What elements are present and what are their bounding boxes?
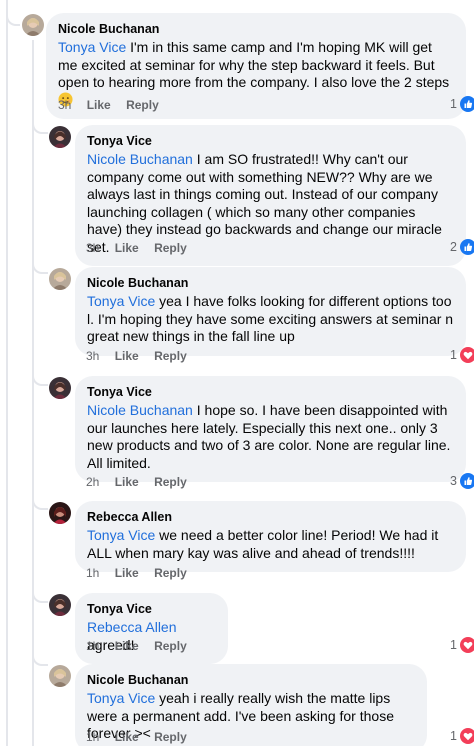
comment-text: Tonya Vice we need a better color line! … [87, 527, 454, 562]
like-reaction-icon [459, 96, 474, 112]
comment-author[interactable]: Rebecca Allen [87, 509, 454, 525]
avatar[interactable] [49, 126, 71, 148]
comment-actions: 1h Like Reply [86, 566, 199, 580]
comment-actions: 2h Like Reply [86, 475, 199, 489]
mention-link[interactable]: Nicole Buchanan [87, 402, 193, 418]
comment-actions: 3h Like Reply [58, 98, 171, 112]
like-button[interactable]: Like [115, 730, 139, 744]
avatar[interactable] [49, 665, 71, 687]
comment-author[interactable]: Tonya Vice [87, 384, 454, 400]
comment-bubble: Tonya Vice Rebecca Allen agreed! [75, 593, 228, 664]
thread-branch [32, 587, 48, 603]
avatar[interactable] [49, 268, 71, 290]
reply-button[interactable]: Reply [154, 730, 187, 744]
thread-branch [32, 118, 48, 134]
thread-branch [6, 12, 20, 26]
thread-branch [32, 650, 48, 666]
comment-timestamp[interactable]: 3h [58, 98, 71, 112]
reaction-count: 1 [450, 97, 457, 111]
comment-author[interactable]: Tonya Vice [87, 601, 216, 617]
comment-bubble: Nicole Buchanan Tonya Vice yea I have fo… [75, 267, 466, 356]
thread-branch [32, 370, 48, 386]
comment-actions: 3h Like Reply [86, 349, 199, 363]
comment-text: Tonya Vice yea I have folks looking for … [87, 293, 454, 346]
reply-button[interactable]: Reply [154, 349, 187, 363]
comment-timestamp[interactable]: 3h [86, 241, 99, 255]
avatar[interactable] [49, 502, 71, 524]
comment-timestamp[interactable]: 3h [86, 349, 99, 363]
comment-timestamp[interactable]: 1h [86, 566, 99, 580]
reaction-summary[interactable]: 2 [450, 239, 474, 255]
reaction-count: 1 [450, 729, 457, 743]
reaction-summary[interactable]: 1 [450, 637, 474, 653]
like-button[interactable]: Like [87, 98, 111, 112]
reaction-count: 2 [450, 240, 457, 254]
mention-link[interactable]: Rebecca Allen [87, 619, 177, 635]
heart-reaction-icon [459, 347, 474, 363]
reaction-count: 3 [450, 474, 457, 488]
mention-link[interactable]: Tonya Vice [58, 39, 126, 55]
comment-actions: 1h Like Reply [86, 639, 199, 653]
avatar[interactable] [49, 377, 71, 399]
comment-timestamp[interactable]: 1h [86, 639, 99, 653]
thread-line-replies [32, 40, 34, 746]
comment-author[interactable]: Nicole Buchanan [87, 275, 454, 291]
comment-actions: 1h Like Reply [86, 730, 199, 744]
like-reaction-icon [459, 473, 474, 489]
reaction-count: 1 [450, 348, 457, 362]
like-reaction-icon [459, 239, 474, 255]
mention-link[interactable]: Tonya Vice [87, 293, 155, 309]
reaction-summary[interactable]: 3 [450, 473, 474, 489]
thread-line-root [6, 0, 8, 746]
reply-button[interactable]: Reply [154, 566, 187, 580]
like-button[interactable]: Like [115, 475, 139, 489]
thread-branch [32, 494, 48, 510]
heart-reaction-icon [459, 637, 474, 653]
comment-bubble: Rebecca Allen Tonya Vice we need a bette… [75, 501, 466, 572]
mention-link[interactable]: Tonya Vice [87, 690, 155, 706]
avatar[interactable] [22, 14, 44, 36]
like-button[interactable]: Like [115, 639, 139, 653]
like-button[interactable]: Like [115, 349, 139, 363]
avatar[interactable] [49, 594, 71, 616]
reply-button[interactable]: Reply [154, 475, 187, 489]
comment-timestamp[interactable]: 2h [86, 475, 99, 489]
reaction-count: 1 [450, 638, 457, 652]
comment-timestamp[interactable]: 1h [86, 730, 99, 744]
reply-button[interactable]: Reply [154, 241, 187, 255]
like-button[interactable]: Like [115, 241, 139, 255]
like-button[interactable]: Like [115, 566, 139, 580]
comment-actions: 3h Like Reply [86, 241, 199, 255]
thread-branch [32, 258, 48, 274]
heart-reaction-icon [459, 728, 474, 744]
comment-text: Nicole Buchanan I hope so. I have been d… [87, 402, 454, 472]
mention-link[interactable]: Nicole Buchanan [87, 151, 193, 167]
reply-button[interactable]: Reply [126, 98, 159, 112]
reaction-summary[interactable]: 1 [450, 347, 474, 363]
comment-author[interactable]: Tonya Vice [87, 133, 454, 149]
reaction-summary[interactable]: 1 [450, 96, 474, 112]
comment-author[interactable]: Nicole Buchanan [87, 672, 415, 688]
mention-link[interactable]: Tonya Vice [87, 527, 155, 543]
reply-button[interactable]: Reply [154, 639, 187, 653]
reaction-summary[interactable]: 1 [450, 728, 474, 744]
comment-bubble: Tonya Vice Nicole Buchanan I hope so. I … [75, 376, 466, 482]
comment-author[interactable]: Nicole Buchanan [58, 21, 454, 37]
